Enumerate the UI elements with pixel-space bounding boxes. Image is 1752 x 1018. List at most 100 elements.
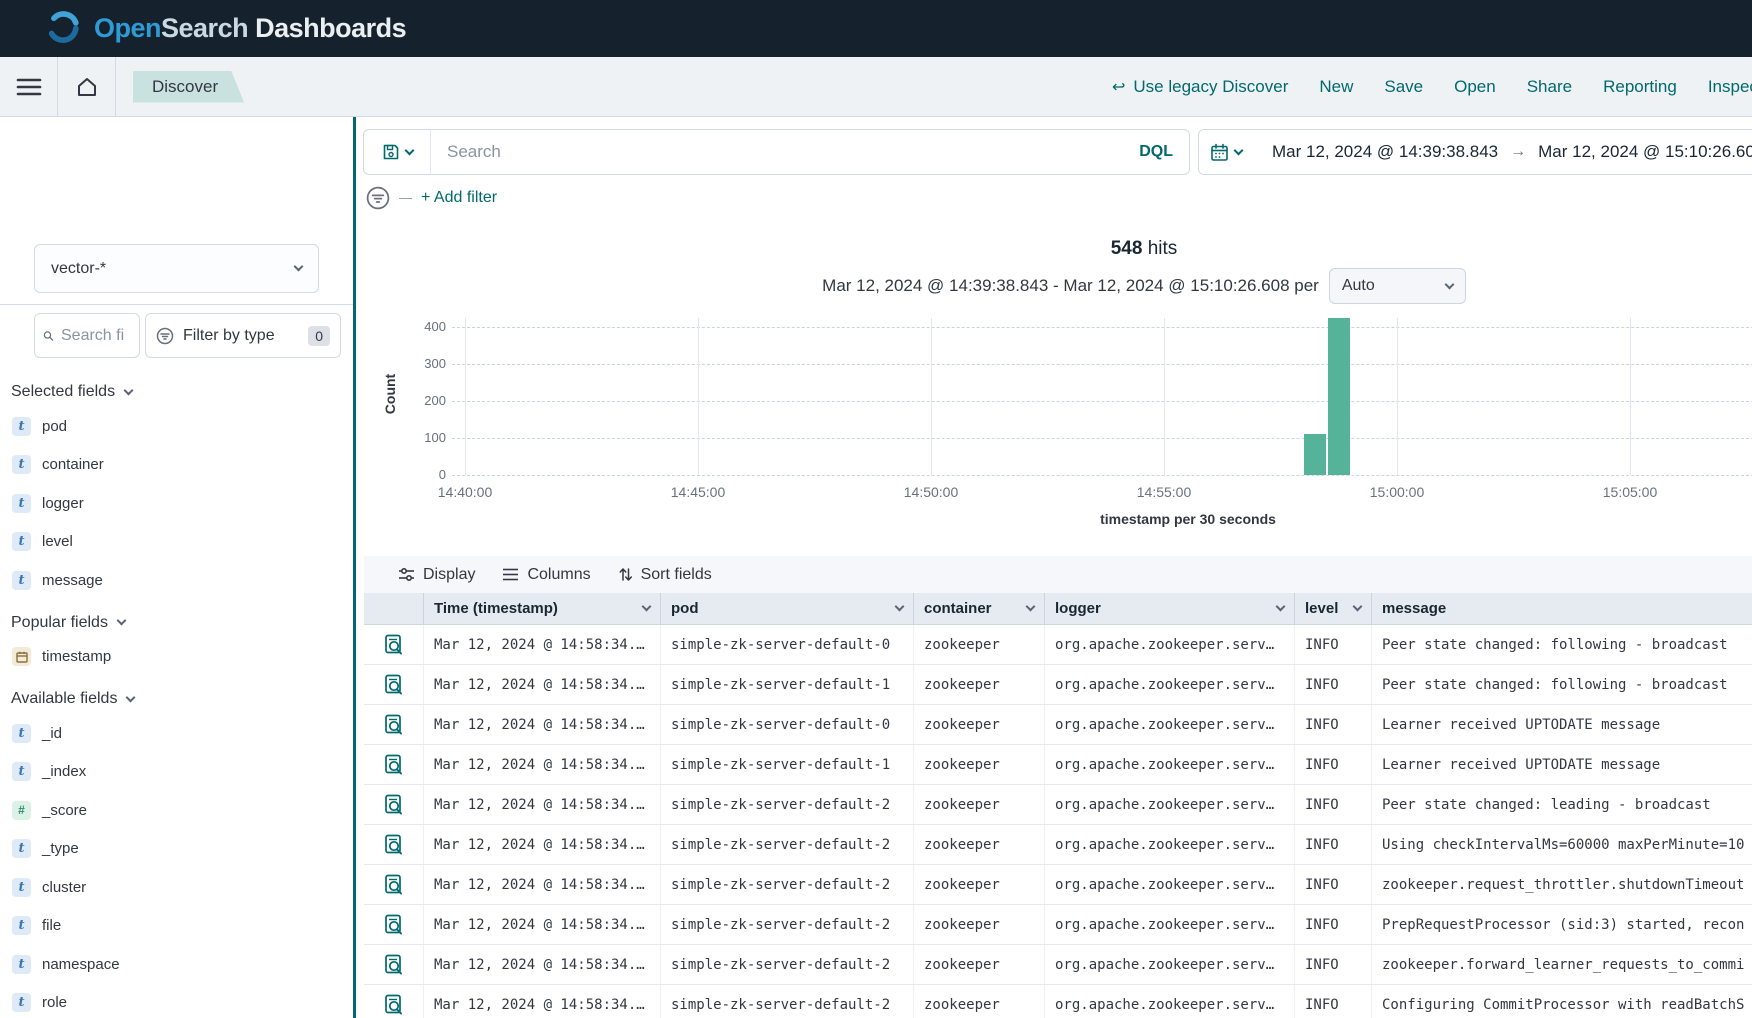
cell-logger: org.apache.zookeeper.serv… bbox=[1045, 945, 1295, 984]
cell-message: zookeeper.forward_learner_requests_to_co… bbox=[1372, 945, 1752, 984]
index-pattern-select[interactable]: vector-* bbox=[34, 244, 319, 293]
cell-level: INFO bbox=[1295, 745, 1372, 784]
histogram-bar[interactable] bbox=[1328, 318, 1350, 475]
display-button[interactable]: Display bbox=[398, 566, 475, 584]
nav-action-use-legacy-discover[interactable]: ↩Use legacy Discover bbox=[1112, 77, 1288, 97]
nav-action-reporting[interactable]: Reporting bbox=[1603, 77, 1677, 97]
date-range-end[interactable]: Mar 12, 2024 @ 15:10:26.608 bbox=[1538, 142, 1752, 162]
field-item-file[interactable]: tfile bbox=[0, 907, 353, 946]
cell-time: Mar 12, 2024 @ 14:58:34.… bbox=[424, 985, 661, 1018]
home-button[interactable] bbox=[58, 57, 115, 116]
field-item-cluster[interactable]: tcluster bbox=[0, 868, 353, 907]
cell-logger: org.apache.zookeeper.serv… bbox=[1045, 825, 1295, 864]
group-heading-popular-fields[interactable]: Popular fields bbox=[11, 614, 353, 632]
field-item-container[interactable]: tcontainer bbox=[0, 446, 353, 485]
cell-container: zookeeper bbox=[914, 825, 1045, 864]
arrow-right-icon: → bbox=[1510, 143, 1526, 161]
inspect-document-button[interactable] bbox=[384, 954, 404, 976]
breadcrumb-discover[interactable]: Discover bbox=[133, 71, 244, 103]
date-picker: Mar 12, 2024 @ 14:39:38.843 → Mar 12, 20… bbox=[1198, 129, 1752, 175]
interval-select[interactable]: Auto bbox=[1329, 268, 1466, 304]
field-item-pod[interactable]: tpod bbox=[0, 407, 353, 446]
histogram[interactable]: 14:40:0014:45:0014:50:0014:55:0015:00:00… bbox=[452, 318, 1752, 475]
add-filter-button[interactable]: + Add filter bbox=[421, 189, 497, 207]
cell-logger: org.apache.zookeeper.serv… bbox=[1045, 985, 1295, 1018]
group-heading-selected-fields[interactable]: Selected fields bbox=[11, 383, 353, 401]
field-item-_score[interactable]: #_score bbox=[0, 791, 353, 830]
field-item-role[interactable]: trole bbox=[0, 984, 353, 1018]
field-item-timestamp[interactable]: timestamp bbox=[0, 638, 353, 677]
cell-time: Mar 12, 2024 @ 14:58:34.… bbox=[424, 865, 661, 904]
nav-action-inspect[interactable]: Inspect bbox=[1708, 77, 1752, 97]
text-field-icon: t bbox=[12, 955, 31, 974]
inspect-document-button[interactable] bbox=[384, 634, 404, 656]
query-language-button[interactable]: DQL bbox=[1123, 143, 1189, 161]
inspect-document-button[interactable] bbox=[384, 874, 404, 896]
cell-container: zookeeper bbox=[914, 705, 1045, 744]
cell-pod: simple-zk-server-default-0 bbox=[661, 625, 914, 664]
text-field-icon: t bbox=[12, 839, 31, 858]
cell-container: zookeeper bbox=[914, 745, 1045, 784]
header-cell-time-timestamp-[interactable]: Time (timestamp) bbox=[424, 593, 661, 624]
sidebar: vector-* Filter by type 0 Selected field… bbox=[0, 117, 353, 1018]
inspect-document-button[interactable] bbox=[384, 914, 404, 936]
field-search-input[interactable] bbox=[61, 327, 131, 345]
group-heading-available-fields[interactable]: Available fields bbox=[11, 690, 353, 708]
filter-icon bbox=[156, 327, 174, 345]
histogram-bar[interactable] bbox=[1304, 434, 1326, 475]
field-name: container bbox=[42, 456, 104, 473]
nav-action-save[interactable]: Save bbox=[1384, 77, 1423, 97]
date-quick-select-button[interactable] bbox=[1199, 130, 1254, 174]
filter-icon[interactable] bbox=[366, 186, 390, 210]
filter-by-type-button[interactable]: Filter by type 0 bbox=[145, 313, 341, 358]
index-pattern-value: vector-* bbox=[51, 260, 106, 278]
nav-actions: ↩Use legacy Discover New Save Open Share Repo… bbox=[1112, 57, 1752, 116]
inspect-document-button[interactable] bbox=[384, 794, 404, 816]
gridline bbox=[452, 327, 1752, 328]
cell-message: PrepRequestProcessor (sid:3) started, re… bbox=[1372, 905, 1752, 944]
header-cell-container[interactable]: container bbox=[914, 593, 1045, 624]
field-item-_index[interactable]: t_index bbox=[0, 753, 353, 792]
field-item-_id[interactable]: t_id bbox=[0, 714, 353, 753]
header-cell-logger[interactable]: logger bbox=[1045, 593, 1295, 624]
menu-button[interactable] bbox=[0, 57, 57, 116]
header-cell-pod[interactable]: pod bbox=[661, 593, 914, 624]
table-row: Mar 12, 2024 @ 14:58:34.…simple-zk-serve… bbox=[364, 785, 1752, 825]
field-groups: Selected fieldstpodtcontainertloggertlev… bbox=[0, 369, 353, 1018]
header-cell-message[interactable]: message bbox=[1372, 593, 1752, 624]
chevron-down-icon bbox=[124, 385, 134, 395]
field-item-namespace[interactable]: tnamespace bbox=[0, 945, 353, 984]
inspect-document-button[interactable] bbox=[384, 674, 404, 696]
sort-fields-button[interactable]: Sort fields bbox=[618, 566, 712, 584]
nav-action-share[interactable]: Share bbox=[1527, 77, 1572, 97]
inspect-document-button[interactable] bbox=[384, 714, 404, 736]
nav-action-open[interactable]: Open bbox=[1454, 77, 1496, 97]
inspect-document-button[interactable] bbox=[384, 754, 404, 776]
header-cell-level[interactable]: level bbox=[1295, 593, 1372, 624]
inspect-document-button[interactable] bbox=[384, 994, 404, 1016]
search-input[interactable] bbox=[431, 142, 1123, 162]
field-item-_type[interactable]: t_type bbox=[0, 830, 353, 869]
divider bbox=[115, 57, 116, 116]
field-item-level[interactable]: tlevel bbox=[0, 523, 353, 562]
saved-query-menu-button[interactable] bbox=[364, 130, 431, 174]
x-tick-label: 15:00:00 bbox=[1370, 484, 1425, 500]
cell-expand bbox=[364, 625, 424, 664]
columns-button[interactable]: Columns bbox=[502, 566, 590, 584]
cell-message: Peer state changed: following - broadcas… bbox=[1372, 665, 1752, 704]
y-tick-label: 400 bbox=[400, 319, 446, 334]
text-field-icon: t bbox=[12, 762, 31, 781]
sidebar-resizer[interactable] bbox=[353, 117, 356, 1018]
nav-action-label: Reporting bbox=[1603, 77, 1677, 97]
date-range-start[interactable]: Mar 12, 2024 @ 14:39:38.843 bbox=[1272, 142, 1498, 162]
nav-action-new[interactable]: New bbox=[1319, 77, 1353, 97]
inspect-document-button[interactable] bbox=[384, 834, 404, 856]
field-item-message[interactable]: tmessage bbox=[0, 561, 353, 600]
field-name: role bbox=[42, 994, 67, 1011]
number-field-icon: # bbox=[12, 801, 31, 820]
navbar: Discover ↩Use legacy Discover New Save Open… bbox=[0, 57, 1752, 117]
column-label: container bbox=[924, 600, 992, 617]
text-field-icon: t bbox=[12, 878, 31, 897]
field-item-logger[interactable]: tlogger bbox=[0, 484, 353, 523]
table-row: Mar 12, 2024 @ 14:58:34.…simple-zk-serve… bbox=[364, 705, 1752, 745]
